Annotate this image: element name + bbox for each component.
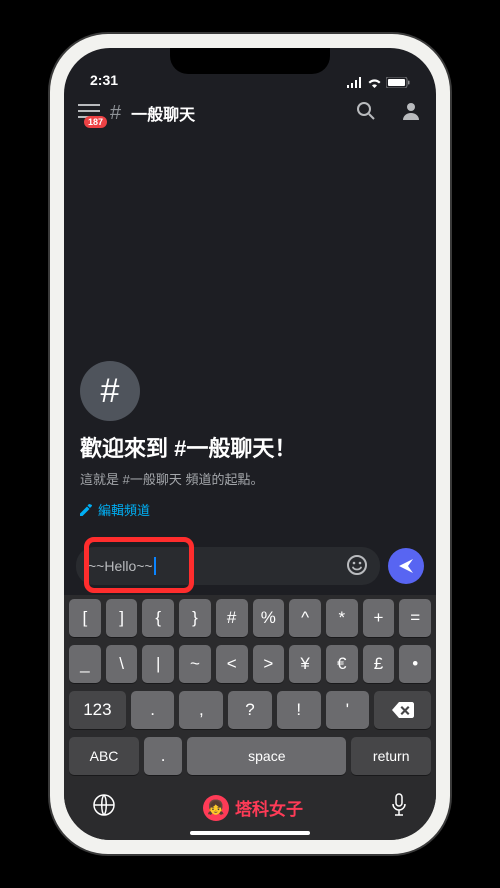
- keyboard-row-1: [ ] { } # % ^ * + =: [67, 599, 433, 637]
- key-return[interactable]: return: [351, 737, 431, 775]
- key-dot[interactable]: .: [144, 737, 182, 775]
- members-button[interactable]: [400, 102, 422, 125]
- dictation-button[interactable]: [390, 793, 408, 822]
- key-abc[interactable]: ABC: [69, 737, 139, 775]
- composer-row: ~~Hello~~: [64, 547, 436, 595]
- emoji-icon: [346, 554, 368, 576]
- key[interactable]: .: [131, 691, 175, 729]
- app-header: 187 # 一般聊天: [64, 90, 436, 136]
- channel-avatar: #: [80, 361, 140, 421]
- key[interactable]: £: [363, 645, 395, 683]
- keyboard-row-4: ABC . space return: [67, 737, 433, 775]
- welcome-subtitle: 這就是 #一般聊天 頻道的起點。: [80, 469, 420, 488]
- wifi-icon: [367, 77, 382, 88]
- emoji-button[interactable]: [346, 554, 368, 579]
- key[interactable]: ^: [289, 599, 321, 637]
- channel-hash-icon: #: [110, 102, 121, 125]
- menu-button[interactable]: 187: [78, 103, 100, 124]
- key-shift[interactable]: 123: [69, 691, 126, 729]
- key[interactable]: }: [179, 599, 211, 637]
- key[interactable]: #: [216, 599, 248, 637]
- keyboard: [ ] { } # % ^ * + = _ \ | ~ < > ¥ € £: [64, 595, 436, 789]
- watermark-text: 塔科女子: [235, 795, 303, 820]
- keyboard-row-2: _ \ | ~ < > ¥ € £ •: [67, 645, 433, 683]
- edit-channel-link[interactable]: 編輯頻道: [80, 500, 420, 519]
- key[interactable]: >: [253, 645, 285, 683]
- battery-icon: [386, 77, 410, 88]
- key[interactable]: ?: [228, 691, 272, 729]
- channel-content: # 歡迎來到 #一般聊天！ 這就是 #一般聊天 頻道的起點。 編輯頻道: [64, 136, 436, 547]
- key[interactable]: ~: [179, 645, 211, 683]
- send-button[interactable]: [388, 548, 424, 584]
- key[interactable]: +: [363, 599, 395, 637]
- status-time: 2:31: [90, 72, 118, 88]
- key[interactable]: ,: [179, 691, 223, 729]
- key[interactable]: {: [142, 599, 174, 637]
- key[interactable]: *: [326, 599, 358, 637]
- pencil-icon: [80, 504, 92, 516]
- key[interactable]: ]: [106, 599, 138, 637]
- keyboard-row-3: 123 . , ? ! ': [67, 691, 433, 729]
- channel-name: 一般聊天: [131, 101, 346, 125]
- key[interactable]: %: [253, 599, 285, 637]
- status-icons: [346, 77, 410, 88]
- key[interactable]: \: [106, 645, 138, 683]
- search-button[interactable]: [356, 101, 376, 126]
- phone-frame: 2:31 187 # 一般聊天 # 歡迎來到 #一般聊天！: [50, 34, 450, 854]
- key[interactable]: ': [326, 691, 370, 729]
- home-indicator[interactable]: [190, 831, 310, 835]
- send-icon: [398, 558, 414, 574]
- notch: [170, 48, 330, 74]
- key[interactable]: <: [216, 645, 248, 683]
- text-cursor: [154, 557, 156, 575]
- cellular-icon: [346, 77, 363, 88]
- key[interactable]: [: [69, 599, 101, 637]
- microphone-icon: [390, 793, 408, 817]
- welcome-title: 歡迎來到 #一般聊天！: [80, 431, 420, 463]
- key[interactable]: €: [326, 645, 358, 683]
- key[interactable]: _: [69, 645, 101, 683]
- screen: 2:31 187 # 一般聊天 # 歡迎來到 #一般聊天！: [64, 48, 436, 840]
- key[interactable]: |: [142, 645, 174, 683]
- key[interactable]: =: [399, 599, 431, 637]
- edit-channel-label: 編輯頻道: [98, 500, 150, 519]
- globe-icon: [92, 793, 116, 817]
- watermark-avatar: 👧: [203, 795, 229, 821]
- message-input[interactable]: ~~Hello~~: [76, 547, 380, 585]
- key[interactable]: •: [399, 645, 431, 683]
- message-input-text: ~~Hello~~: [88, 558, 153, 574]
- search-icon: [356, 101, 376, 121]
- key-space[interactable]: space: [187, 737, 346, 775]
- globe-button[interactable]: [92, 793, 116, 822]
- unread-badge: 187: [84, 116, 107, 128]
- people-icon: [400, 102, 422, 120]
- key[interactable]: ¥: [289, 645, 321, 683]
- watermark: 👧 塔科女子: [203, 795, 303, 821]
- key[interactable]: !: [277, 691, 321, 729]
- key-delete[interactable]: [374, 691, 431, 729]
- hash-icon: #: [101, 372, 120, 411]
- backspace-icon: [392, 702, 414, 718]
